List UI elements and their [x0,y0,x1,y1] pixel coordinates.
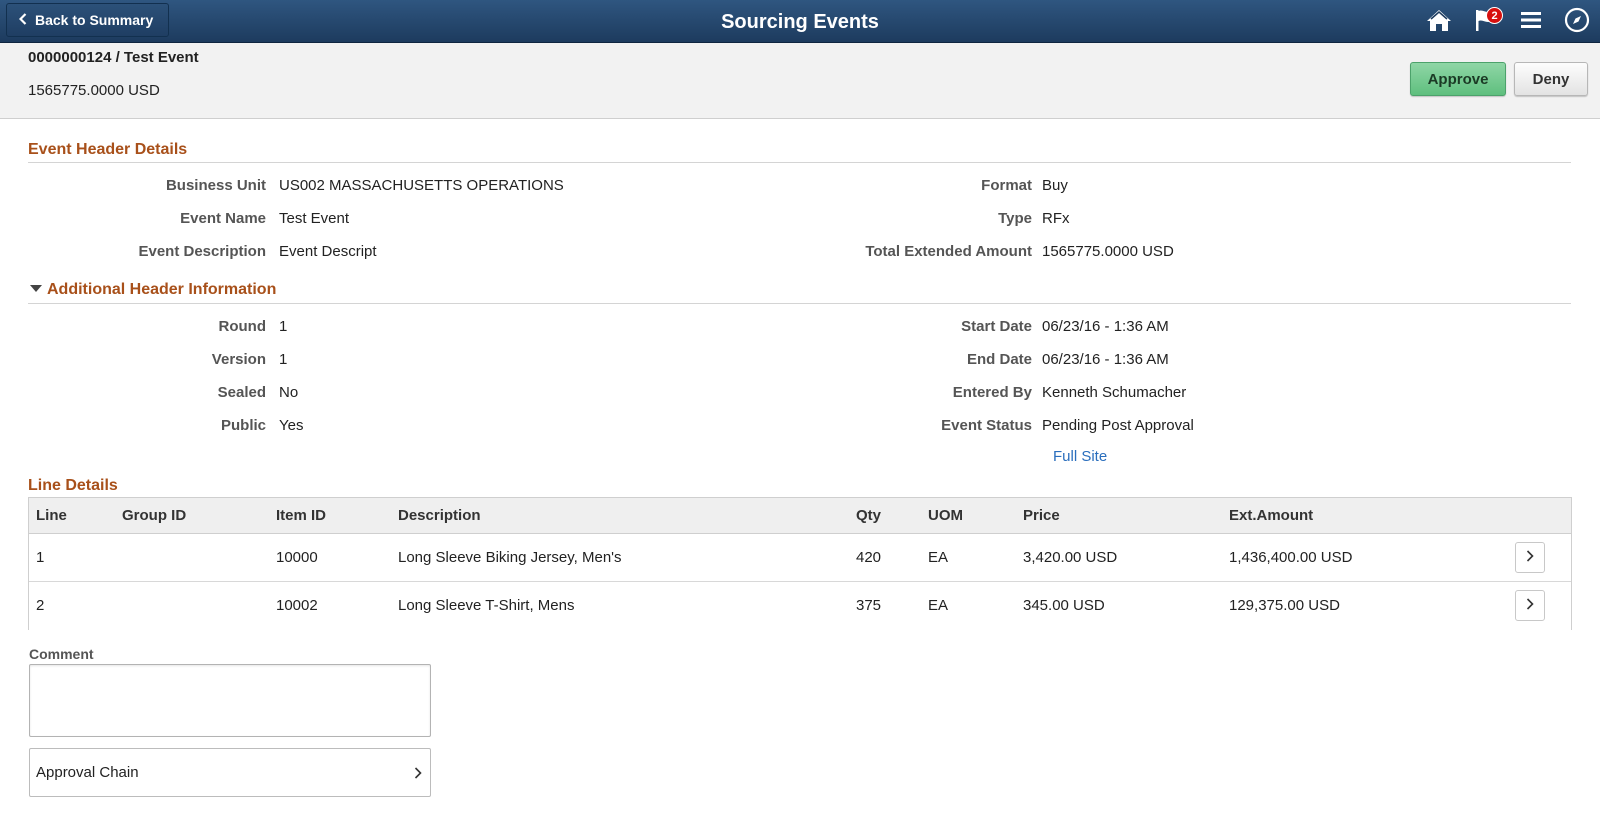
approval-chain-label: Approval Chain [36,764,139,781]
table-row[interactable]: 1 10000 Long Sleeve Biking Jersey, Men's… [29,534,1571,582]
cell-item-id: 10000 [276,549,318,566]
start-date-label: Start Date [961,318,1032,335]
home-button[interactable] [1416,0,1462,43]
cell-price: 3,420.00 USD [1023,549,1118,566]
chevron-right-icon [414,766,422,783]
row-detail-button[interactable] [1515,590,1545,621]
grid-header-row: Line Group ID Item ID Description Qty UO… [29,498,1571,534]
compass-icon [1564,7,1590,37]
event-status-value: Pending Post Approval [1042,417,1194,434]
collapse-triangle-icon [30,285,42,292]
line-details-title: Line Details [28,477,118,494]
additional-header-title: Additional Header Information [47,281,277,298]
notifications-button[interactable]: 2 [1462,0,1508,43]
cell-line: 1 [36,549,45,566]
version-label: Version [211,351,266,368]
column-header-price: Price [1023,507,1060,524]
column-header-description: Description [398,507,481,524]
event-name-label: Event Name [180,210,266,227]
entered-by-value: Kenneth Schumacher [1042,384,1187,401]
event-id-title: 0000000124 / Test Event [28,49,199,66]
top-banner: Back to Summary Sourcing Events 2 [0,0,1600,43]
cell-ext-amount: 1,436,400.00 USD [1229,549,1353,566]
column-header-ext-amount: Ext.Amount [1229,507,1314,524]
cell-qty: 420 [856,549,882,566]
navbar-button[interactable] [1554,0,1600,43]
version-value: 1 [279,351,288,368]
cell-qty: 375 [856,597,882,614]
chevron-right-icon [1526,549,1534,566]
line-details-grid: Line Group ID Item ID Description Qty UO… [28,497,1572,630]
column-header-qty: Qty [856,507,882,524]
format-value: Buy [1042,177,1068,194]
end-date-value: 06/23/16 - 1:36 AM [1042,351,1169,368]
business-unit-value: US002 MASSACHUSETTS OPERATIONS [279,177,564,194]
cell-ext-amount: 129,375.00 USD [1229,597,1340,614]
hamburger-menu-icon [1520,10,1542,34]
sealed-value: No [279,384,299,401]
comment-label: Comment [29,646,94,662]
cell-uom: EA [928,549,949,566]
event-description-label: Event Description [138,243,266,260]
cell-line: 2 [36,597,45,614]
section-divider [28,303,1571,304]
column-header-group-id: Group ID [122,507,187,524]
page-title: Sourcing Events [721,11,879,33]
cell-item-id: 10002 [276,597,318,614]
type-label: Type [998,210,1032,227]
public-value: Yes [279,417,304,434]
cell-uom: EA [928,597,949,614]
event-name-value: Test Event [279,210,350,227]
full-site-link[interactable]: Full Site [1053,448,1107,465]
business-unit-label: Business Unit [165,177,266,194]
comment-input[interactable] [29,664,431,737]
approval-chain-button[interactable]: Approval Chain [29,748,431,797]
entered-by-label: Entered By [952,384,1032,401]
actions-menu-button[interactable] [1508,0,1554,43]
type-value: RFx [1042,210,1070,227]
section-divider [28,162,1571,163]
event-amount: 1565775.0000 USD [28,82,160,99]
row-detail-button[interactable] [1515,542,1545,573]
total-extended-amount-value: 1565775.0000 USD [1042,243,1174,260]
format-label: Format [981,177,1032,194]
banner-actions: 2 [1416,0,1600,43]
home-icon [1426,8,1452,36]
column-header-line: Line [36,507,67,524]
event-status-label: Event Status [941,417,1032,434]
cell-description: Long Sleeve Biking Jersey, Men's [398,549,622,566]
event-summary-header: 0000000124 / Test Event 1565775.0000 USD… [0,43,1600,119]
round-value: 1 [279,318,288,335]
cell-price: 345.00 USD [1023,597,1105,614]
table-row[interactable]: 2 10002 Long Sleeve T-Shirt, Mens 375 EA… [29,582,1571,630]
start-date-value: 06/23/16 - 1:36 AM [1042,318,1169,335]
additional-header-toggle[interactable]: Additional Header Information [30,281,276,299]
end-date-label: End Date [966,351,1032,368]
event-description-value: Event Descript [279,243,377,260]
notification-count-badge: 2 [1486,7,1503,24]
approve-button[interactable]: Approve [1410,62,1506,96]
event-header-details-title: Event Header Details [28,141,188,158]
column-header-uom: UOM [928,507,963,524]
sealed-label: Sealed [217,384,266,401]
column-header-item-id: Item ID [276,507,327,524]
round-label: Round [218,318,266,335]
chevron-right-icon [1526,597,1534,614]
public-label: Public [220,417,266,434]
total-extended-amount-label: Total Extended Amount [865,243,1032,260]
cell-description: Long Sleeve T-Shirt, Mens [398,597,575,614]
deny-button[interactable]: Deny [1514,62,1588,96]
